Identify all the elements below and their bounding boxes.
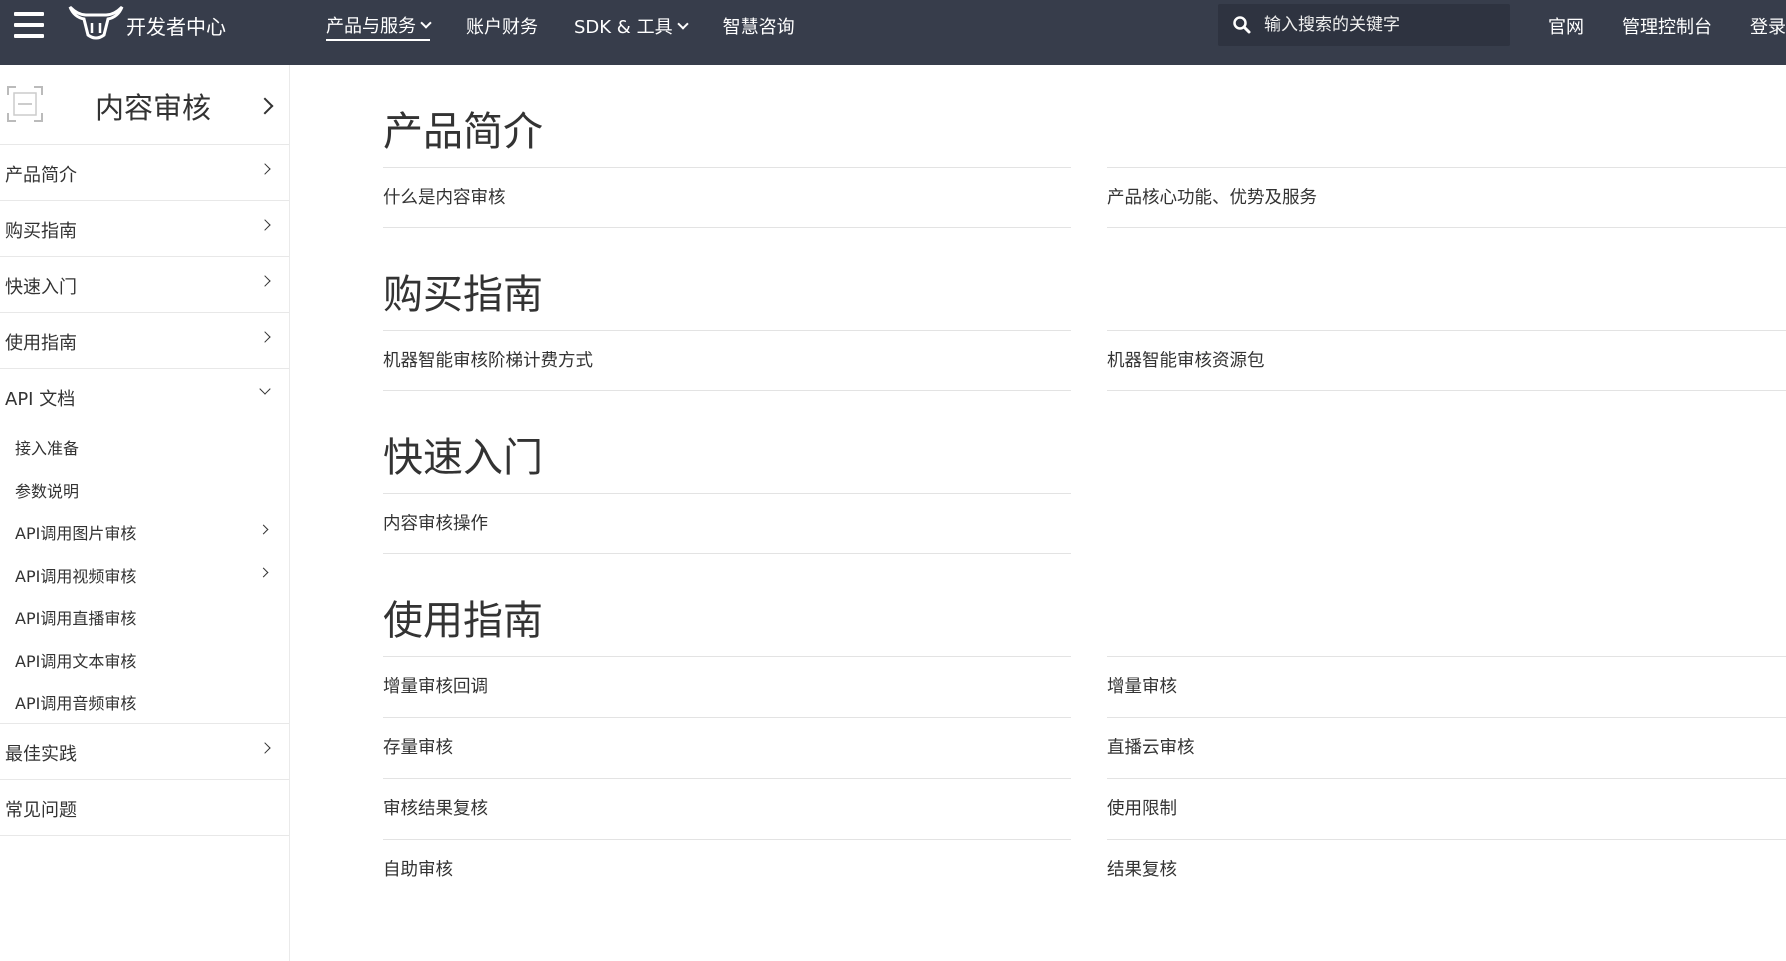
sidebar-subitem-label: API调用音频审核 [15, 694, 137, 713]
doc-link[interactable]: 结果复核 [1107, 839, 1786, 900]
search-box [1218, 4, 1510, 46]
doc-link[interactable]: 直播云审核 [1107, 717, 1786, 778]
doc-link[interactable]: 什么是内容审核 [383, 167, 1071, 228]
sidebar-subitem-params[interactable]: 参数说明 [0, 468, 289, 511]
section-user-guide: 使用指南 增量审核回调 增量审核 存量审核 直播云审核 审核结果复核 使用限制 … [383, 554, 1786, 900]
section-purchase-guide: 购买指南 机器智能审核阶梯计费方式 机器智能审核资源包 [383, 228, 1786, 391]
chevron-down-icon [259, 383, 271, 395]
sidebar-header[interactable]: 内容审核 [0, 65, 289, 145]
sidebar-subitem-video-audit[interactable]: API调用视频审核 [0, 553, 289, 596]
sidebar-subitem-label: API调用图片审核 [15, 524, 137, 543]
sidebar-subitem-label: API调用直播审核 [15, 609, 137, 628]
doc-link[interactable]: 自助审核 [383, 839, 1071, 900]
sidebar-item-user-guide[interactable]: 使用指南 [0, 313, 289, 369]
content-audit-icon [7, 86, 43, 122]
sidebar-subitem-access-prep[interactable]: 接入准备 [0, 425, 289, 468]
chevron-right-icon [259, 219, 271, 231]
sidebar-item-label: 购买指南 [5, 221, 77, 242]
section-title: 产品简介 [383, 109, 543, 155]
sidebar-item-label: 使用指南 [5, 333, 77, 354]
sidebar-group-api-docs: API 文档 接入准备 参数说明 API调用图片审核 API调用视频审核 API… [0, 369, 289, 724]
sidebar-item-api-docs[interactable]: API 文档 [0, 369, 289, 425]
chevron-right-icon [259, 275, 271, 287]
logo-text[interactable]: 开发者中心 [126, 11, 226, 40]
sidebar-item-product-intro[interactable]: 产品简介 [0, 145, 289, 201]
chevron-down-icon [420, 17, 432, 29]
doc-link[interactable]: 使用限制 [1107, 778, 1786, 839]
sidebar-item-purchase-guide[interactable]: 购买指南 [0, 201, 289, 257]
sidebar: 内容审核 产品简介 购买指南 快速入门 使用指南 API 文档 接入准备 参数说… [0, 65, 290, 961]
nav-sdk-tools[interactable]: SDK & 工具 [574, 13, 689, 39]
sidebar-item-label: 最佳实践 [5, 743, 77, 765]
doc-link[interactable]: 机器智能审核资源包 [1107, 330, 1786, 391]
sidebar-subitem-image-audit[interactable]: API调用图片审核 [0, 510, 289, 553]
main-content: 产品简介 什么是内容审核 产品核心功能、优势及服务 购买指南 机器智能审核阶梯计… [383, 65, 1786, 961]
sidebar-subitem-label: API调用文本审核 [15, 651, 137, 671]
doc-link[interactable]: 内容审核操作 [383, 493, 1071, 554]
search-icon[interactable] [1232, 15, 1252, 35]
sidebar-subitem-label: 参数说明 [15, 481, 80, 501]
nav-label: 智慧咨询 [722, 17, 795, 38]
doc-link[interactable]: 机器智能审核阶梯计费方式 [383, 330, 1071, 391]
doc-link[interactable]: 增量审核回调 [383, 656, 1071, 717]
chevron-right-icon [258, 567, 269, 577]
top-bar: 开发者中心 产品与服务 账户财务 SDK & 工具 智慧咨询 官网 管理控制台 … [0, 0, 1786, 65]
sidebar-item-label: API 文档 [5, 389, 76, 410]
logo-icon[interactable] [66, 3, 126, 43]
sidebar-item-label: 快速入门 [5, 277, 77, 298]
sidebar-title: 内容审核 [95, 91, 212, 125]
official-site-link[interactable]: 官网 [1548, 13, 1584, 39]
top-links: 官网 管理控制台 登录 [1548, 13, 1786, 39]
sidebar-item-label: 常见问题 [5, 799, 77, 821]
nav-label: SDK & 工具 [574, 17, 673, 38]
nav-label: 账户财务 [466, 17, 538, 38]
nav-account-finance[interactable]: 账户财务 [466, 13, 538, 39]
doc-link[interactable]: 审核结果复核 [383, 778, 1071, 839]
hamburger-menu-icon[interactable] [14, 12, 44, 38]
sidebar-item-label: 产品简介 [5, 165, 77, 186]
doc-link[interactable]: 存量审核 [383, 717, 1071, 778]
console-link[interactable]: 管理控制台 [1622, 13, 1712, 39]
section-title: 购买指南 [383, 272, 543, 318]
sidebar-item-best-practices[interactable]: 最佳实践 [0, 724, 289, 780]
doc-link[interactable]: 增量审核 [1107, 656, 1786, 717]
chevron-right-icon [258, 524, 269, 535]
nav-consulting[interactable]: 智慧咨询 [723, 13, 795, 39]
section-quick-start: 快速入门 内容审核操作 [383, 391, 1786, 554]
chevron-right-icon [259, 741, 271, 754]
nav-label: 产品与服务 [326, 16, 416, 37]
doc-link[interactable]: 产品核心功能、优势及服务 [1107, 167, 1786, 228]
section-title: 使用指南 [383, 598, 543, 644]
chevron-down-icon [676, 18, 689, 30]
login-link[interactable]: 登录 [1750, 13, 1786, 39]
nav-products-services[interactable]: 产品与服务 [326, 13, 432, 41]
empty-cell [1107, 493, 1786, 554]
sidebar-subitem-live-audit[interactable]: API调用直播审核 [0, 595, 289, 638]
sidebar-subitem-text-audit[interactable]: API调用文本审核 [0, 638, 289, 681]
sidebar-item-quick-start[interactable]: 快速入门 [0, 257, 289, 313]
sidebar-subitem-label: 接入准备 [15, 439, 80, 458]
section-product-intro: 产品简介 什么是内容审核 产品核心功能、优势及服务 [383, 65, 1786, 228]
sidebar-item-faq[interactable]: 常见问题 [0, 780, 289, 836]
chevron-right-icon [259, 331, 271, 343]
search-input[interactable] [1264, 15, 1494, 35]
section-title: 快速入门 [383, 435, 543, 481]
main-nav: 产品与服务 账户财务 SDK & 工具 智慧咨询 [326, 13, 831, 41]
chevron-right-icon [259, 163, 271, 175]
sidebar-subitem-audio-audit[interactable]: API调用音频审核 [0, 680, 289, 723]
sidebar-subitem-label: API调用视频审核 [15, 566, 137, 586]
chevron-right-icon[interactable] [256, 97, 274, 115]
